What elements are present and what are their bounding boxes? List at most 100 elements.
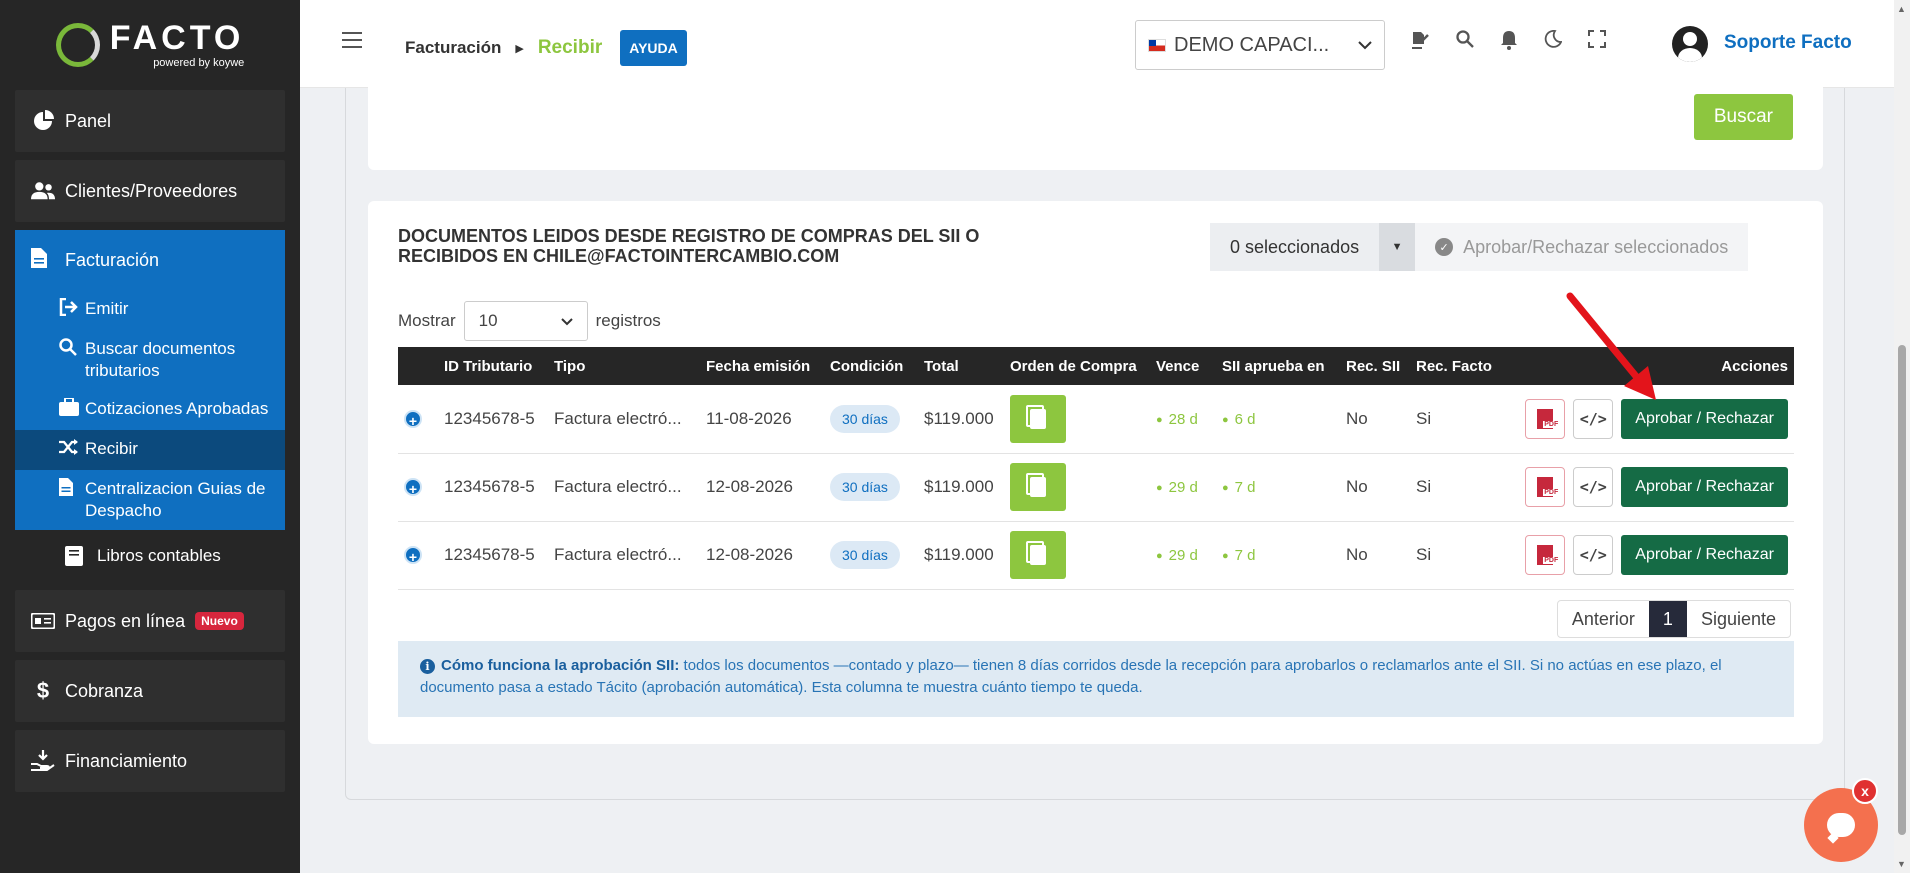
expand-row-icon[interactable]: + [404,478,422,497]
sidebar-item-label: Libros contables [97,546,221,565]
brand-logo[interactable]: FACTO powered by koywe [0,0,300,90]
bulk-approve-reject-label: Aprobar/Rechazar seleccionados [1463,236,1729,257]
check-circle-icon: ✓ [1435,238,1454,256]
sidebar-item-clientes[interactable]: Clientes/Proveedores [15,160,285,222]
sidebar-item-pagos[interactable]: Pagos en línea Nuevo [15,590,285,652]
expand-row-icon[interactable]: + [404,546,422,565]
pager-next-button[interactable]: Siguiente [1687,601,1790,637]
xml-code-button[interactable]: </> [1573,535,1614,575]
cell-fecha: 12-08-2026 [700,521,824,590]
cell-total: $119.000 [918,453,1004,522]
cell-vence: 28 d [1156,411,1198,428]
sidebar-item-cotizaciones[interactable]: Cotizaciones Aprobadas [15,390,285,430]
menu-icon[interactable] [342,32,362,48]
selected-count[interactable]: 0 seleccionados [1210,223,1380,271]
fullscreen-icon[interactable] [1588,30,1606,56]
cell-rec-sii: No [1340,521,1410,590]
cell-rec-facto: Si [1410,453,1500,522]
brand-name: FACTO [109,19,245,57]
avatar[interactable] [1672,26,1708,62]
bulk-approve-reject-button[interactable]: ✓ Aprobar/Rechazar seleccionados [1415,223,1749,271]
help-button[interactable]: AYUDA [620,30,687,66]
sidebar-item-label: Pagos en línea [65,610,186,631]
purchase-order-button[interactable] [1010,531,1066,579]
column-header-id[interactable]: ID Tributario [438,347,548,385]
search-card: Buscar [368,70,1823,170]
search-icon[interactable] [1456,30,1474,56]
copy-document-icon [1026,541,1046,565]
book-icon [65,546,85,566]
pager-current-page[interactable]: 1 [1648,601,1687,637]
sidebar-item-label: Facturación [65,249,160,270]
page-scrollbar[interactable]: ▲ ▼ [1894,0,1910,873]
shuffle-icon [59,438,81,462]
moon-icon[interactable] [1544,30,1563,56]
cell-tipo: Factura electró... [548,521,700,590]
column-header-sii-aprueba[interactable]: SII aprueba en [1216,347,1340,385]
pdf-download-button[interactable] [1525,467,1566,507]
sidebar-item-centralizacion[interactable]: Centralizacion Guias de Despacho [15,470,285,530]
column-header-rec-facto[interactable]: Rec. Facto [1410,347,1500,385]
purchase-order-button[interactable] [1010,463,1066,511]
scroll-thumb[interactable] [1898,345,1906,835]
users-icon [31,179,55,203]
caret-down-icon[interactable]: ▼ [1379,223,1416,271]
sidebar-item-libros[interactable]: Libros contables [15,530,285,582]
sidebar-item-cobranza[interactable]: $ Cobranza [15,660,285,722]
scroll-down-icon[interactable]: ▼ [1897,859,1906,869]
sidebar-item-recibir[interactable]: Recibir [15,430,285,470]
breadcrumb-facturacion[interactable]: Facturación [405,38,501,58]
cell-sii-aprueba: 7 d [1222,479,1256,496]
column-header-orden-compra[interactable]: Orden de Compra [1004,347,1150,385]
purchase-order-button[interactable] [1010,394,1066,443]
sidebar-item-buscar[interactable]: Buscar documentos tributarios [15,330,285,390]
column-header-vence[interactable]: Vence [1150,347,1216,385]
cell-rec-facto: Si [1410,521,1500,590]
cell-rec-facto: Si [1410,385,1500,454]
sign-out-icon [59,297,81,322]
copy-document-icon [1026,473,1046,497]
cell-fecha: 11-08-2026 [700,385,824,454]
column-header-condicion[interactable]: Condición [824,347,918,385]
column-header-total[interactable]: Total [918,347,1004,385]
scroll-up-icon[interactable]: ▲ [1897,4,1906,14]
breadcrumb-recibir: Recibir [537,37,603,58]
document-icon [59,478,81,502]
sign-document-icon[interactable] [1410,30,1430,56]
xml-code-button[interactable]: </> [1573,467,1614,507]
column-header-rec-sii[interactable]: Rec. SII [1340,347,1410,385]
sii-info-box: i Cómo funciona la aprobación SII: todos … [398,641,1794,717]
search-button[interactable]: Buscar [1693,94,1793,140]
info-icon: i [420,659,435,674]
column-header-expand[interactable] [398,347,438,385]
cell-rec-sii: No [1340,453,1410,522]
bell-icon[interactable] [1500,30,1518,56]
show-label: Mostrar [398,311,456,330]
cell-id: 12345678-5 [438,521,548,590]
table-row: + 12345678-5 Factura electró... 12-08-20… [398,453,1794,522]
expand-row-icon[interactable]: + [404,409,422,429]
column-header-fecha[interactable]: Fecha emisión [700,347,824,385]
user-name[interactable]: Soporte Facto [1724,32,1852,54]
approve-reject-button[interactable]: Aprobar / Rechazar [1621,535,1788,575]
page-length-select[interactable]: 10 [463,301,588,341]
cell-sii-aprueba: 7 d [1222,547,1256,564]
company-select[interactable]: DEMO CAPACI... [1135,20,1385,70]
sidebar-item-financiamiento[interactable]: Financiamiento [15,730,285,792]
copy-document-icon [1026,404,1046,429]
sidebar: FACTO powered by koywe Panel Clientes/Pr… [0,0,300,873]
sidebar-item-label: Panel [65,110,112,131]
chat-close-button[interactable]: x [1852,778,1878,804]
breadcrumb: Facturación ▶ Recibir AYUDA [405,30,687,66]
sidebar-item-emitir[interactable]: Emitir [15,290,285,330]
sidebar-item-panel[interactable]: Panel [15,90,285,152]
pdf-download-button[interactable] [1525,535,1566,575]
sidebar-item-label: Clientes/Proveedores [65,180,238,201]
column-header-tipo[interactable]: Tipo [548,347,700,385]
sidebar-item-facturacion[interactable]: Facturación [15,230,285,290]
pager-prev-button[interactable]: Anterior [1558,601,1649,637]
page-length-value: 10 [478,311,498,330]
facto-logo-icon [55,23,100,67]
caret-right-icon: ▶ [515,42,524,55]
approve-reject-button[interactable]: Aprobar / Rechazar [1621,467,1788,507]
